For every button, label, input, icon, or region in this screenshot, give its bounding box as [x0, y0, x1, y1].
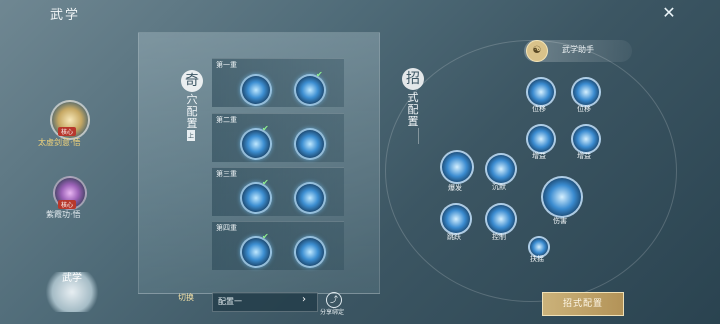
node-label: 跳跃	[447, 233, 461, 241]
check-icon: ✔	[262, 178, 269, 187]
swap-label: 切换	[178, 293, 194, 302]
core-tag: 核心	[58, 127, 77, 136]
node-label: 爆发	[448, 184, 462, 192]
node-jump[interactable]	[440, 203, 472, 235]
node-label: 增益	[577, 152, 591, 160]
tier-label: 第四重	[216, 224, 237, 232]
core-tag: 核心	[58, 200, 77, 209]
node-label: 位移	[532, 105, 546, 113]
zhaoshi-config-button[interactable]: 招式配置	[542, 292, 624, 316]
wuxue-logo: 武学	[46, 272, 98, 312]
blue-skill-icon[interactable]	[294, 236, 326, 268]
qi-char-icon: 奇	[181, 70, 203, 92]
node-displacement-2[interactable]	[571, 77, 601, 107]
node-control[interactable]	[485, 203, 517, 235]
helper-icon[interactable]: ☯	[526, 40, 548, 62]
node-label: 位移	[577, 105, 591, 113]
share-icon[interactable]: ⤴	[326, 292, 342, 308]
node-buff-2[interactable]	[571, 124, 601, 154]
zhaoshi-label: 式配置	[407, 91, 419, 128]
divider	[418, 128, 419, 144]
check-icon: ✔	[262, 232, 269, 241]
tier-label: 第二重	[216, 116, 237, 124]
node-burst[interactable]	[440, 150, 474, 184]
qixue-sub-badge: 上	[187, 130, 196, 141]
qixue-label: 穴配置	[186, 93, 198, 130]
blue-skill-icon[interactable]	[294, 128, 326, 160]
skill-name-zixia: 紫霞功·悟	[46, 210, 81, 219]
share-label: 分享绑定	[320, 309, 345, 316]
config-value: 配置一	[218, 297, 242, 306]
swap-icon[interactable]: 切换	[178, 292, 202, 312]
node-label: 控制	[492, 233, 506, 241]
tier-label: 第一重	[216, 61, 237, 69]
node-label: 伤害	[553, 217, 567, 225]
node-label: 增益	[532, 152, 546, 160]
check-icon: ✔	[316, 70, 323, 79]
blue-skill-icon[interactable]	[240, 74, 272, 106]
node-buff-1[interactable]	[526, 124, 556, 154]
check-icon: ✔	[262, 124, 269, 133]
tier-label: 第三重	[216, 170, 237, 178]
node-label: 扶摇	[530, 255, 544, 263]
zhao-char-icon: 招	[402, 68, 424, 90]
blue-skill-icon[interactable]	[294, 182, 326, 214]
node-label: 沉默	[492, 183, 506, 191]
logo-text: 武学	[62, 273, 82, 284]
close-icon[interactable]: ✕	[660, 4, 678, 22]
node-displacement-1[interactable]	[526, 77, 556, 107]
chevron-right-icon[interactable]: ›	[302, 294, 306, 305]
node-silence[interactable]	[485, 153, 517, 185]
page-title: 武学	[50, 8, 81, 23]
helper-label: 武学助手	[562, 45, 594, 54]
skill-name-taixu: 太虚剑意·悟	[38, 138, 81, 147]
node-damage[interactable]	[541, 176, 583, 218]
